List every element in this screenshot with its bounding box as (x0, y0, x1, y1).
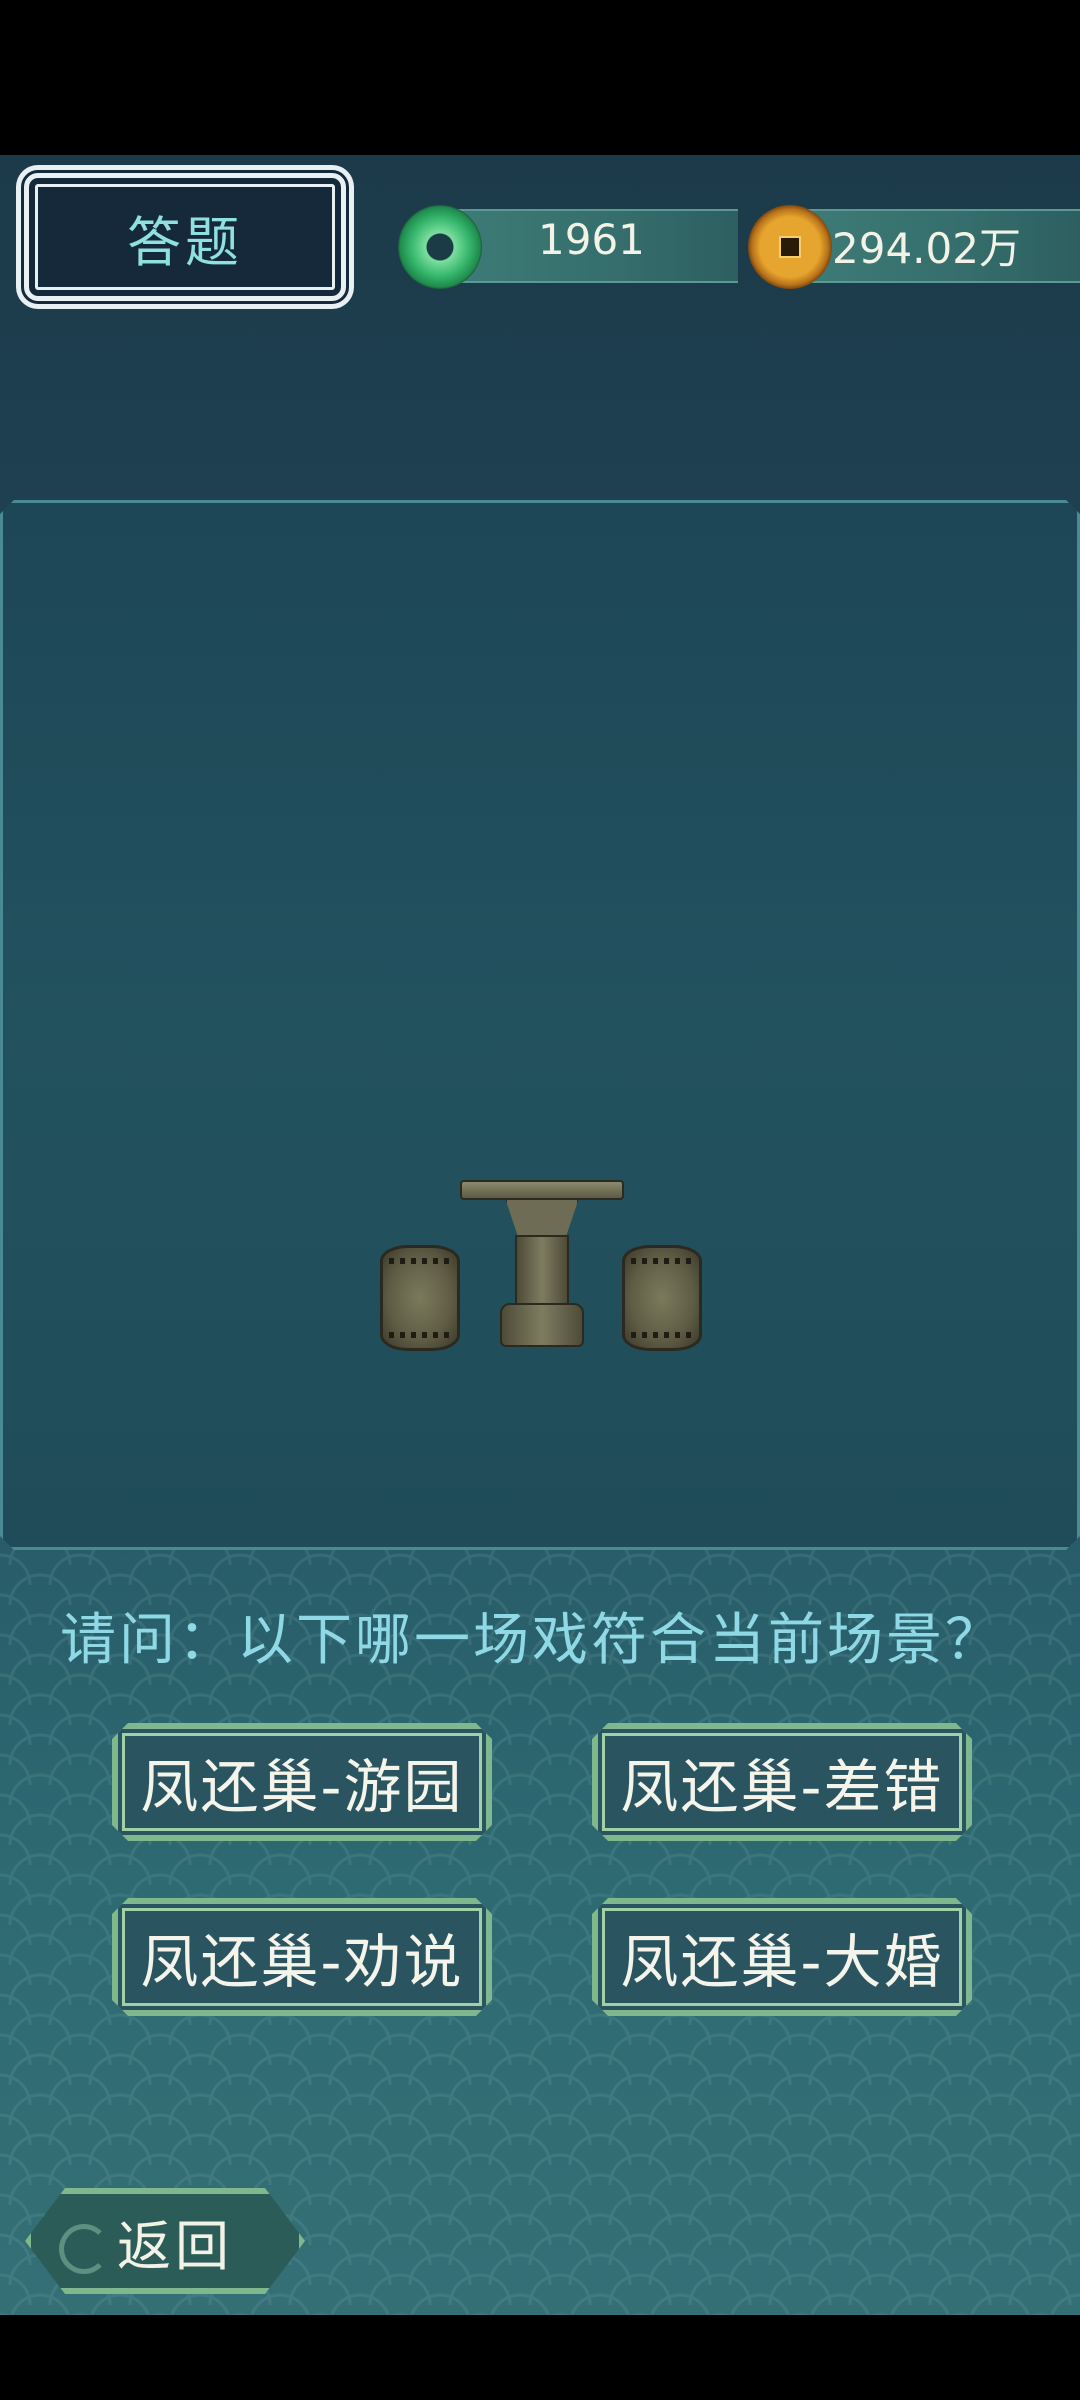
answer-label: 凤还巢-劝说 (140, 1928, 464, 1996)
screen: 答题 1961 294.02万 请问：以下哪一场戏符合当前场景？ 凤还巢-游园 … (0, 0, 1080, 2400)
coin-count: 294.02万 (832, 224, 1021, 273)
jade-counter: 1961 (398, 205, 738, 289)
drum-stool-right-icon (622, 1245, 702, 1351)
back-label: 返回 (117, 2214, 233, 2278)
stone-table-leg (515, 1235, 569, 1309)
answer-label: 凤还巢-差错 (620, 1753, 944, 1821)
answer-button-1[interactable]: 凤还巢-游园 (112, 1723, 492, 1841)
stone-table-base (500, 1303, 584, 1347)
jade-ring-icon (398, 205, 482, 289)
answer-button-3[interactable]: 凤还巢-劝说 (112, 1898, 492, 2016)
back-button[interactable]: 返回 (25, 2188, 305, 2294)
scene-panel (0, 500, 1080, 1550)
answer-button-2[interactable]: 凤还巢-差错 (592, 1723, 972, 1841)
answer-button-4[interactable]: 凤还巢-大婚 (592, 1898, 972, 2016)
quiz-screen: 答题 1961 294.02万 请问：以下哪一场戏符合当前场景？ 凤还巢-游园 … (0, 155, 1080, 2315)
cloud-swirl-icon (59, 2224, 109, 2274)
page-title: 答题 (127, 210, 243, 274)
jade-count: 1961 (538, 215, 645, 264)
question-text: 请问：以下哪一场戏符合当前场景？ (60, 1608, 1004, 1673)
drum-stool-left-icon (380, 1245, 460, 1351)
title-plaque: 答题 (21, 170, 349, 304)
copper-coin-icon (748, 205, 832, 289)
coin-counter: 294.02万 (748, 205, 1080, 289)
answer-label: 凤还巢-游园 (140, 1753, 464, 1821)
stone-table-icon (460, 1180, 624, 1200)
answer-label: 凤还巢-大婚 (620, 1928, 944, 1996)
